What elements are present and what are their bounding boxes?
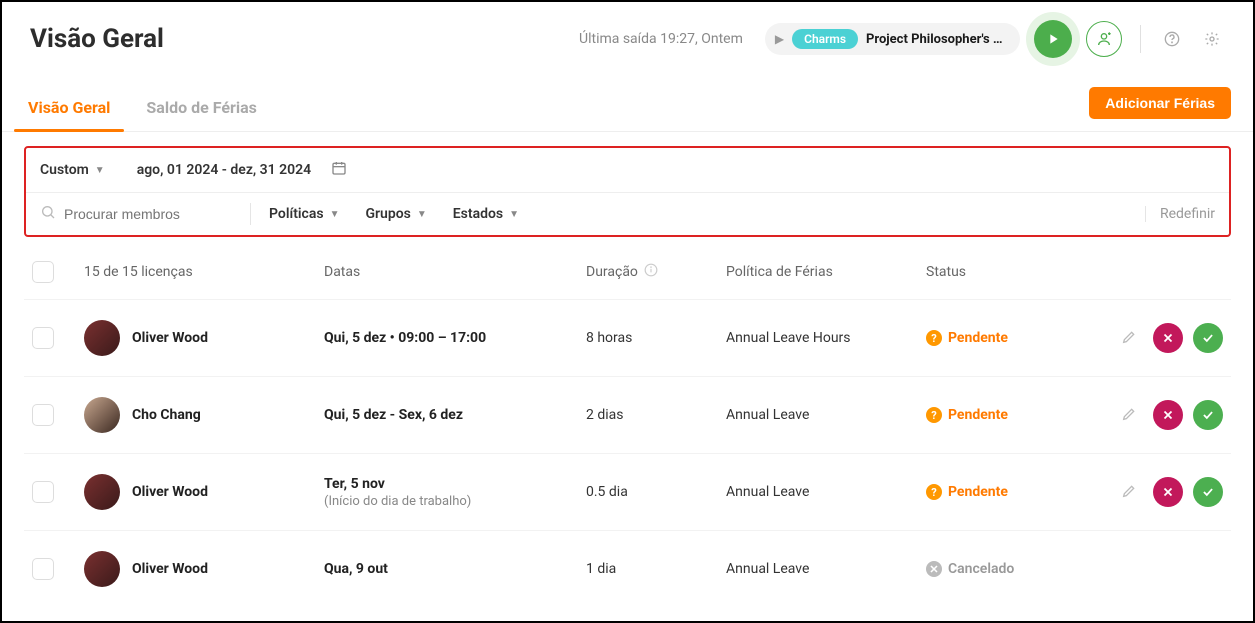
duration-text: 0.5 dia: [586, 484, 726, 500]
table-header: 15 de 15 licenças Datas Duração Política…: [24, 245, 1231, 299]
chevron-down-icon: ▼: [509, 209, 519, 220]
states-dropdown[interactable]: Estados ▼: [445, 206, 527, 222]
chevron-down-icon: ▼: [95, 165, 105, 176]
member-name: Oliver Wood: [132, 330, 208, 346]
col-policy: Política de Férias: [726, 264, 926, 280]
policy-text: Annual Leave: [726, 561, 926, 577]
member-name: Oliver Wood: [132, 561, 208, 577]
assign-person-button[interactable]: [1086, 21, 1122, 57]
row-checkbox[interactable]: [32, 327, 54, 349]
policy-text: Annual Leave: [726, 407, 926, 423]
policies-dropdown[interactable]: Políticas ▼: [261, 206, 347, 222]
approve-button[interactable]: [1193, 400, 1223, 430]
row-checkbox[interactable]: [32, 558, 54, 580]
duration-text: 1 dia: [586, 561, 726, 577]
chevron-down-icon: ▼: [417, 209, 427, 220]
table-row: Oliver Wood Ter, 5 nov (Início do dia de…: [24, 453, 1231, 530]
play-button[interactable]: [1034, 20, 1072, 58]
row-checkbox[interactable]: [32, 404, 54, 426]
dates-text: Qua, 9 out: [324, 561, 586, 577]
edit-icon[interactable]: [1115, 477, 1143, 505]
col-duration: Duração: [586, 263, 726, 281]
status-dot-icon: ?: [926, 484, 942, 500]
search-members-input[interactable]: [64, 206, 224, 222]
chevron-down-icon: ▼: [330, 209, 340, 220]
member-name: Oliver Wood: [132, 484, 208, 500]
page-title: Visão Geral: [30, 24, 164, 54]
project-name: Project Philosopher's St...: [866, 32, 1006, 47]
dates-text: Qui, 5 dez • 09:00 – 17:00: [324, 330, 586, 346]
col-status: Status: [926, 264, 1076, 280]
member-name: Cho Chang: [132, 407, 201, 423]
dates-text: Ter, 5 nov: [324, 476, 586, 492]
status-badge: ?Pendente: [926, 407, 1076, 423]
reset-filters[interactable]: Redefinir: [1145, 206, 1215, 222]
groups-label: Grupos: [365, 206, 410, 222]
policy-text: Annual Leave Hours: [726, 330, 926, 346]
date-range-text: ago, 01 2024 - dez, 31 2024: [137, 162, 311, 178]
table-row: Oliver Wood Qua, 9 out 1 dia Annual Leav…: [24, 530, 1231, 607]
status-dot-icon: ?: [926, 330, 942, 346]
period-dropdown[interactable]: Custom ▼: [40, 162, 105, 178]
help-icon[interactable]: [1159, 26, 1185, 52]
duration-text: 2 dias: [586, 407, 726, 423]
select-all-checkbox[interactable]: [32, 261, 54, 283]
approve-button[interactable]: [1193, 477, 1223, 507]
avatar: [84, 551, 120, 587]
status-dot-icon: ✕: [926, 561, 942, 577]
table-row: Oliver Wood Qui, 5 dez • 09:00 – 17:00 8…: [24, 299, 1231, 376]
filter-panel: Custom ▼ ago, 01 2024 - dez, 31 2024 Pol…: [24, 146, 1231, 237]
edit-icon[interactable]: [1115, 400, 1143, 428]
add-vacation-button[interactable]: Adicionar Férias: [1089, 87, 1231, 119]
policies-label: Políticas: [269, 206, 324, 222]
approve-button[interactable]: [1193, 323, 1223, 353]
settings-icon[interactable]: [1199, 26, 1225, 52]
charms-badge: Charms: [792, 29, 858, 49]
reject-button[interactable]: [1153, 323, 1183, 353]
avatar: [84, 397, 120, 433]
calendar-icon[interactable]: [331, 160, 347, 180]
status-badge: ?Pendente: [926, 330, 1076, 346]
status-badge: ✕Cancelado: [926, 561, 1076, 577]
divider: [250, 203, 251, 225]
tab-overview[interactable]: Visão Geral: [24, 84, 114, 131]
duration-text: 8 horas: [586, 330, 726, 346]
avatar: [84, 320, 120, 356]
table-row: Cho Chang Qui, 5 dez - Sex, 6 dez 2 dias…: [24, 376, 1231, 453]
row-checkbox[interactable]: [32, 481, 54, 503]
col-dates: Datas: [324, 264, 586, 280]
period-label: Custom: [40, 162, 89, 178]
divider: [1140, 25, 1141, 53]
tab-balance[interactable]: Saldo de Férias: [142, 84, 260, 131]
info-icon[interactable]: [644, 263, 658, 281]
reject-button[interactable]: [1153, 400, 1183, 430]
last-exit-text: Última saída 19:27, Ontem: [579, 31, 743, 47]
search-icon: [40, 204, 56, 224]
dates-text: Qui, 5 dez - Sex, 6 dez: [324, 407, 586, 423]
reject-button[interactable]: [1153, 477, 1183, 507]
current-task-pill[interactable]: ▶ Charms Project Philosopher's St...: [765, 23, 1020, 55]
dates-sub: (Início do dia de trabalho): [324, 494, 586, 509]
status-dot-icon: ?: [926, 407, 942, 423]
count-label: 15 de 15 licenças: [84, 264, 324, 280]
play-small-icon: ▶: [775, 32, 784, 46]
groups-dropdown[interactable]: Grupos ▼: [357, 206, 434, 222]
status-badge: ?Pendente: [926, 484, 1076, 500]
policy-text: Annual Leave: [726, 484, 926, 500]
states-label: Estados: [453, 206, 503, 222]
avatar: [84, 474, 120, 510]
edit-icon[interactable]: [1115, 323, 1143, 351]
